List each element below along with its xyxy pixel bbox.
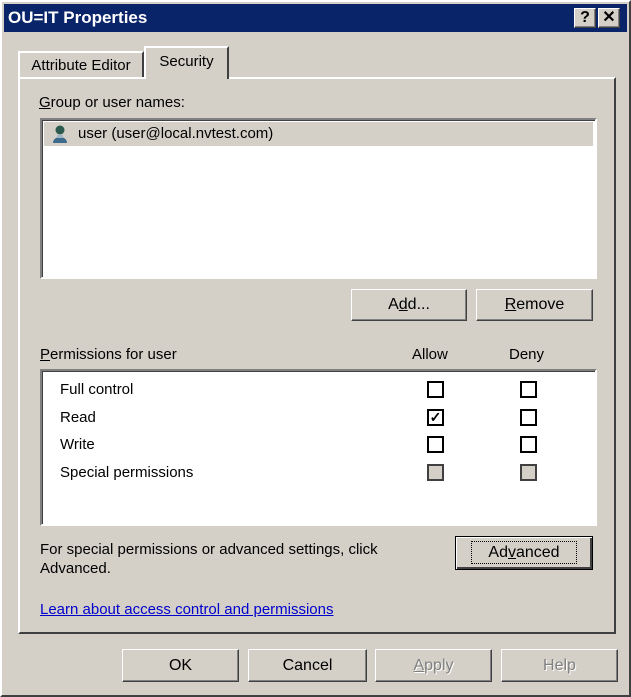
write-deny-checkbox[interactable] <box>520 436 537 453</box>
read-allow-checkbox[interactable]: ✓ <box>427 409 444 426</box>
full-control-allow-checkbox[interactable] <box>427 381 444 398</box>
security-tab-panel: Group or user names: user (user@local.nv… <box>18 77 616 634</box>
deny-header: Deny <box>509 346 545 363</box>
title-bar: OU=IT Properties ? ✕ <box>4 4 627 32</box>
question-icon: ? <box>580 9 590 26</box>
close-title-button[interactable]: ✕ <box>598 8 620 28</box>
permission-name: Read <box>60 409 96 426</box>
help-title-button[interactable]: ? <box>574 8 596 28</box>
special-allow-checkbox <box>427 464 444 481</box>
permissions-list: Full control Read ✓ Write Special permis… <box>40 369 597 526</box>
properties-dialog: OU=IT Properties ? ✕ Attribute Editor Gr… <box>0 0 631 697</box>
group-user-list[interactable]: user (user@local.nvtest.com) <box>40 118 597 279</box>
close-icon: ✕ <box>602 9 616 26</box>
list-item[interactable]: user (user@local.nvtest.com) <box>44 122 593 146</box>
permission-name: Full control <box>60 381 134 398</box>
cancel-button[interactable]: Cancel <box>248 649 367 682</box>
tab-security-label: Security <box>159 53 214 70</box>
help-button[interactable]: Help <box>501 649 618 682</box>
learn-access-control-link[interactable]: Learn about access control and permissio… <box>40 601 334 618</box>
tab-attribute-editor-label: Attribute Editor <box>31 57 131 74</box>
user-name: user (user@local.nvtest.com) <box>78 125 274 142</box>
add-button[interactable]: Add... <box>351 289 467 321</box>
advanced-button[interactable]: Advanced <box>455 536 593 570</box>
permission-name: Write <box>60 436 95 453</box>
advanced-note: For special permissions or advanced sett… <box>40 540 378 578</box>
tab-attribute-editor[interactable]: Attribute Editor <box>18 51 144 78</box>
tab-security[interactable]: Security <box>144 46 229 79</box>
write-allow-checkbox[interactable] <box>427 436 444 453</box>
apply-button[interactable]: Apply <box>375 649 492 682</box>
group-user-names-label: Group or user names: <box>39 94 185 111</box>
advanced-note-line2: Advanced. <box>40 560 111 577</box>
advanced-note-line1: For special permissions or advanced sett… <box>40 541 378 558</box>
read-deny-checkbox[interactable] <box>520 409 537 426</box>
special-deny-checkbox <box>520 464 537 481</box>
permission-name: Special permissions <box>60 464 194 481</box>
full-control-deny-checkbox[interactable] <box>520 381 537 398</box>
ok-button[interactable]: OK <box>122 649 239 682</box>
window-title: OU=IT Properties <box>8 8 148 27</box>
remove-button[interactable]: Remove <box>476 289 593 321</box>
permissions-label: Permissions for user <box>40 346 177 363</box>
allow-header: Allow <box>412 346 448 363</box>
user-icon <box>53 125 67 143</box>
